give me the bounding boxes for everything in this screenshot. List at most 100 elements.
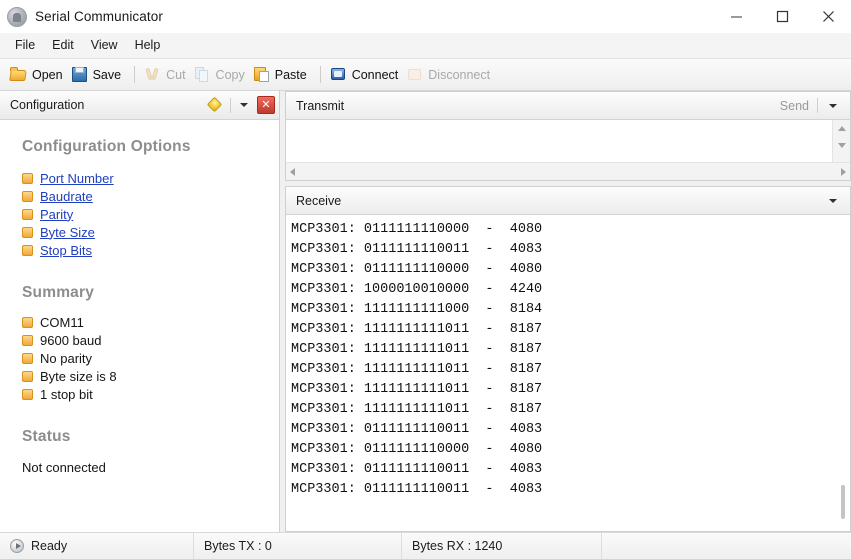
bullet-icon bbox=[22, 173, 33, 184]
configuration-options-heading: Configuration Options bbox=[22, 138, 279, 156]
window-controls bbox=[713, 0, 851, 33]
status-value: Not connected bbox=[22, 460, 279, 475]
disconnect-button: Disconnect bbox=[404, 63, 496, 87]
dock-header-separator bbox=[230, 98, 231, 113]
receive-vertical-scrollbar[interactable] bbox=[834, 215, 850, 531]
open-button[interactable]: Open bbox=[8, 63, 69, 87]
chevron-down-icon[interactable] bbox=[825, 104, 841, 108]
transmit-text-area-wrap bbox=[286, 120, 850, 162]
status-bytes-rx-cell: Bytes RX : 1240 bbox=[402, 533, 602, 559]
dock-close-button[interactable]: ✕ bbox=[257, 96, 275, 114]
summary-port: COM11 bbox=[40, 315, 84, 330]
receive-log[interactable]: MCP3301: 0111111110000 - 4080 MCP3301: 0… bbox=[286, 215, 834, 531]
transmit-vertical-scrollbar[interactable] bbox=[832, 120, 850, 162]
app-circle-icon bbox=[7, 7, 27, 27]
triangle-down-icon bbox=[838, 143, 846, 148]
minimize-button[interactable] bbox=[713, 0, 759, 33]
chevron-down-icon[interactable] bbox=[825, 199, 841, 203]
link-port-number[interactable]: Port Number bbox=[40, 171, 114, 186]
receive-panel: Receive MCP3301: 0111111110000 - 4080 MC… bbox=[285, 186, 851, 532]
list-item[interactable]: Stop Bits bbox=[22, 242, 279, 258]
list-item: Byte size is 8 bbox=[22, 368, 279, 384]
paste-button-label: Paste bbox=[275, 68, 307, 82]
bullet-icon bbox=[22, 245, 33, 256]
configuration-dock: Configuration ✕ Configuration Options Po… bbox=[0, 91, 280, 532]
disconnect-button-label: Disconnect bbox=[428, 68, 490, 82]
configuration-dock-body: Configuration Options Port Number Baudra… bbox=[0, 120, 279, 532]
triangle-right-icon[interactable] bbox=[841, 168, 846, 176]
link-byte-size[interactable]: Byte Size bbox=[40, 225, 95, 240]
connect-button-label: Connect bbox=[352, 68, 399, 82]
list-item[interactable]: Baudrate bbox=[22, 188, 279, 204]
receive-panel-header: Receive bbox=[286, 187, 850, 215]
bullet-icon bbox=[22, 389, 33, 400]
send-button: Send bbox=[780, 99, 817, 113]
maximize-icon bbox=[776, 10, 789, 23]
transmit-panel: Transmit Send bbox=[285, 91, 851, 181]
list-item: 9600 baud bbox=[22, 332, 279, 348]
menu-item-help[interactable]: Help bbox=[129, 36, 170, 55]
main-body: Configuration ✕ Configuration Options Po… bbox=[0, 91, 851, 532]
summary-stop-bits: 1 stop bit bbox=[40, 387, 93, 402]
menu-item-file[interactable]: File bbox=[9, 36, 44, 55]
scroll-up-button[interactable] bbox=[833, 120, 850, 137]
clipboard-paste-icon bbox=[253, 66, 270, 83]
summary-parity: No parity bbox=[40, 351, 92, 366]
scroll-down-button[interactable] bbox=[833, 137, 850, 154]
cut-button: Cut bbox=[142, 63, 191, 87]
triangle-left-icon[interactable] bbox=[290, 168, 295, 176]
gold-diamond-icon[interactable] bbox=[208, 98, 223, 113]
summary-byte-size: Byte size is 8 bbox=[40, 369, 117, 384]
status-filler-cell bbox=[602, 533, 851, 559]
transmit-header-separator bbox=[817, 98, 818, 113]
bullet-icon bbox=[22, 371, 33, 382]
save-button[interactable]: Save bbox=[69, 63, 128, 87]
copy-icon bbox=[194, 66, 211, 83]
plug-disconnect-icon bbox=[406, 66, 423, 83]
chevron-down-glyph bbox=[829, 199, 837, 203]
receive-text-area-wrap: MCP3301: 0111111110000 - 4080 MCP3301: 0… bbox=[286, 215, 850, 531]
maximize-button[interactable] bbox=[759, 0, 805, 33]
chevron-down-glyph bbox=[240, 103, 248, 107]
transmit-input[interactable] bbox=[286, 120, 832, 162]
chevron-down-icon[interactable] bbox=[237, 97, 251, 113]
link-baudrate[interactable]: Baudrate bbox=[40, 189, 93, 204]
receive-panel-title: Receive bbox=[296, 194, 825, 208]
link-stop-bits[interactable]: Stop Bits bbox=[40, 243, 92, 258]
configuration-dock-header: Configuration ✕ bbox=[0, 91, 279, 120]
copy-button-label: Copy bbox=[216, 68, 245, 82]
transmit-panel-title: Transmit bbox=[296, 99, 780, 113]
cut-button-label: Cut bbox=[166, 68, 185, 82]
menu-item-edit[interactable]: Edit bbox=[46, 36, 83, 55]
summary-list: COM11 9600 baud No parity Byte size is 8 bbox=[22, 314, 279, 402]
transmit-panel-header: Transmit Send bbox=[286, 92, 850, 120]
minimize-icon bbox=[730, 10, 743, 23]
plug-connect-icon bbox=[330, 66, 347, 83]
status-bytes-tx-cell: Bytes TX : 0 bbox=[194, 533, 402, 559]
menu-item-view[interactable]: View bbox=[85, 36, 127, 55]
toolbar: Open Save Cut Copy Paste Connect Disconn… bbox=[0, 59, 851, 91]
list-item: No parity bbox=[22, 350, 279, 366]
bullet-icon bbox=[22, 353, 33, 364]
copy-button: Copy bbox=[192, 63, 251, 87]
scrollbar-thumb[interactable] bbox=[841, 485, 845, 519]
summary-heading: Summary bbox=[22, 284, 279, 302]
window-title: Serial Communicator bbox=[35, 9, 163, 24]
open-button-label: Open bbox=[32, 68, 63, 82]
list-item: 1 stop bit bbox=[22, 386, 279, 402]
list-item[interactable]: Parity bbox=[22, 206, 279, 222]
ready-circle-icon bbox=[10, 539, 24, 553]
status-ready-cell: Ready bbox=[0, 533, 194, 559]
link-parity[interactable]: Parity bbox=[40, 207, 73, 222]
chevron-down-glyph bbox=[829, 104, 837, 108]
close-icon bbox=[822, 10, 835, 23]
list-item[interactable]: Port Number bbox=[22, 170, 279, 186]
connect-button[interactable]: Connect bbox=[328, 63, 405, 87]
transmit-horizontal-scrollbar[interactable] bbox=[286, 162, 850, 180]
toolbar-separator-2 bbox=[320, 66, 321, 83]
close-button[interactable] bbox=[805, 0, 851, 33]
bullet-icon bbox=[22, 227, 33, 238]
scissors-icon bbox=[144, 66, 161, 83]
list-item[interactable]: Byte Size bbox=[22, 224, 279, 240]
paste-button[interactable]: Paste bbox=[251, 63, 313, 87]
